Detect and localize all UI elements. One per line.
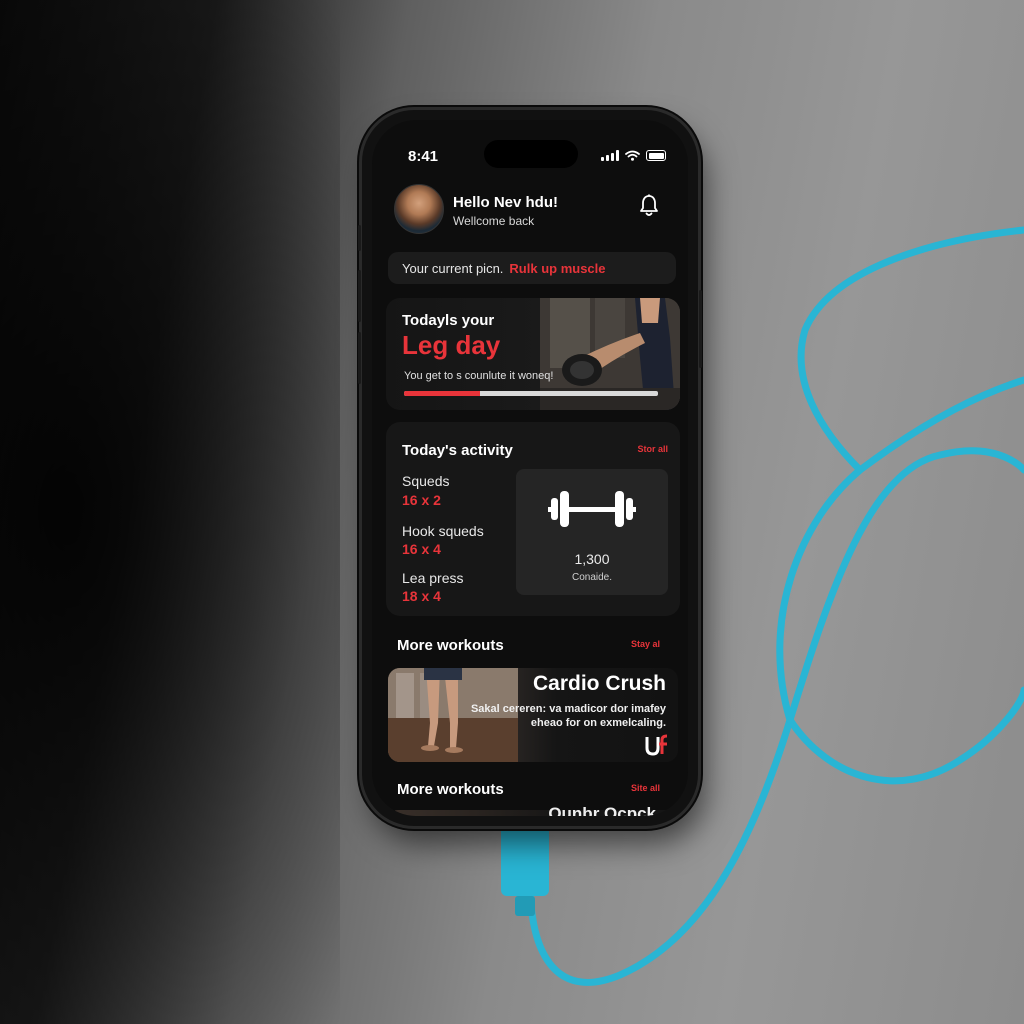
battery-icon	[646, 150, 666, 161]
exercise-sets: 16 x 4	[402, 541, 441, 557]
brand-logo-icon	[645, 734, 668, 756]
activity-title: Today's activity	[402, 442, 513, 459]
signal-icon	[601, 150, 619, 161]
power-button	[699, 290, 702, 368]
app-screen: 8:41 Hello Nev hdu! Wellcome back Your c…	[372, 120, 688, 816]
dynamic-island	[484, 140, 578, 168]
exercise-sets: 18 x 4	[402, 588, 441, 604]
cardio-card-description: Sakal cereren: va madicor dor imafey ehe…	[470, 703, 666, 729]
hero-description: You get to s counlute it woneq!	[404, 370, 554, 382]
dumbbell-icon	[548, 491, 636, 527]
more-workouts-see-all-link[interactable]: Stay al	[631, 639, 660, 649]
leg-day-card[interactable]: Todayls your Leg day You get to s counlu…	[386, 298, 680, 410]
greeting-title: Hello Nev hdu!	[453, 194, 559, 211]
calorie-stat-card[interactable]: 1,300 Conaide.	[516, 469, 668, 595]
calorie-value: 1,300	[574, 551, 610, 567]
hero-title: Todayls your	[402, 312, 495, 329]
wifi-icon	[625, 150, 640, 161]
exercise-name[interactable]: Squeds	[402, 473, 449, 489]
calorie-label: Conaide.	[571, 572, 613, 583]
exercise-sets: 16 x 2	[402, 492, 441, 508]
more-workouts-see-all-link-2[interactable]: Site all	[631, 783, 660, 793]
greeting-subtitle: Wellcome back	[453, 214, 535, 228]
plan-label: Your current picn.	[402, 260, 504, 276]
app-header: Hello Nev hdu! Wellcome back	[394, 184, 666, 234]
hero-progress-bar	[404, 391, 658, 396]
mute-switch	[358, 225, 361, 251]
status-icons	[601, 150, 666, 161]
todays-activity-card: Today's activity Stor all Squeds 16 x 2 …	[386, 422, 680, 616]
status-time: 8:41	[408, 148, 439, 165]
next-workout-card[interactable]: Ounbr Ocpck	[386, 804, 680, 816]
current-plan-bar[interactable]: Your current picn. Rulk up muscle	[388, 252, 676, 284]
avatar[interactable]	[394, 184, 444, 234]
exercise-name[interactable]: Lea press	[402, 570, 463, 586]
exercise-name[interactable]: Hook squeds	[402, 523, 484, 539]
bell-icon[interactable]	[638, 194, 660, 218]
cardio-card-title: Cardio Crush	[532, 672, 666, 695]
more-workouts-heading-2: More workouts	[397, 781, 504, 798]
more-workouts-heading: More workouts	[397, 637, 504, 654]
phone-device: 8:41 Hello Nev hdu! Wellcome back Your c…	[358, 110, 702, 826]
activity-see-all-link[interactable]: Stor all	[637, 444, 668, 454]
volume-up-button	[358, 270, 361, 322]
hero-highlight: Leg day	[402, 330, 501, 360]
volume-down-button	[358, 332, 361, 384]
next-workout-title: Ounbr Ocpck	[548, 804, 656, 816]
hero-progress-fill	[404, 391, 481, 396]
cardio-crush-card[interactable]: Cardio Crush Sakal cereren: va madicor d…	[388, 668, 678, 762]
plan-value: Rulk up muscle	[509, 260, 606, 276]
